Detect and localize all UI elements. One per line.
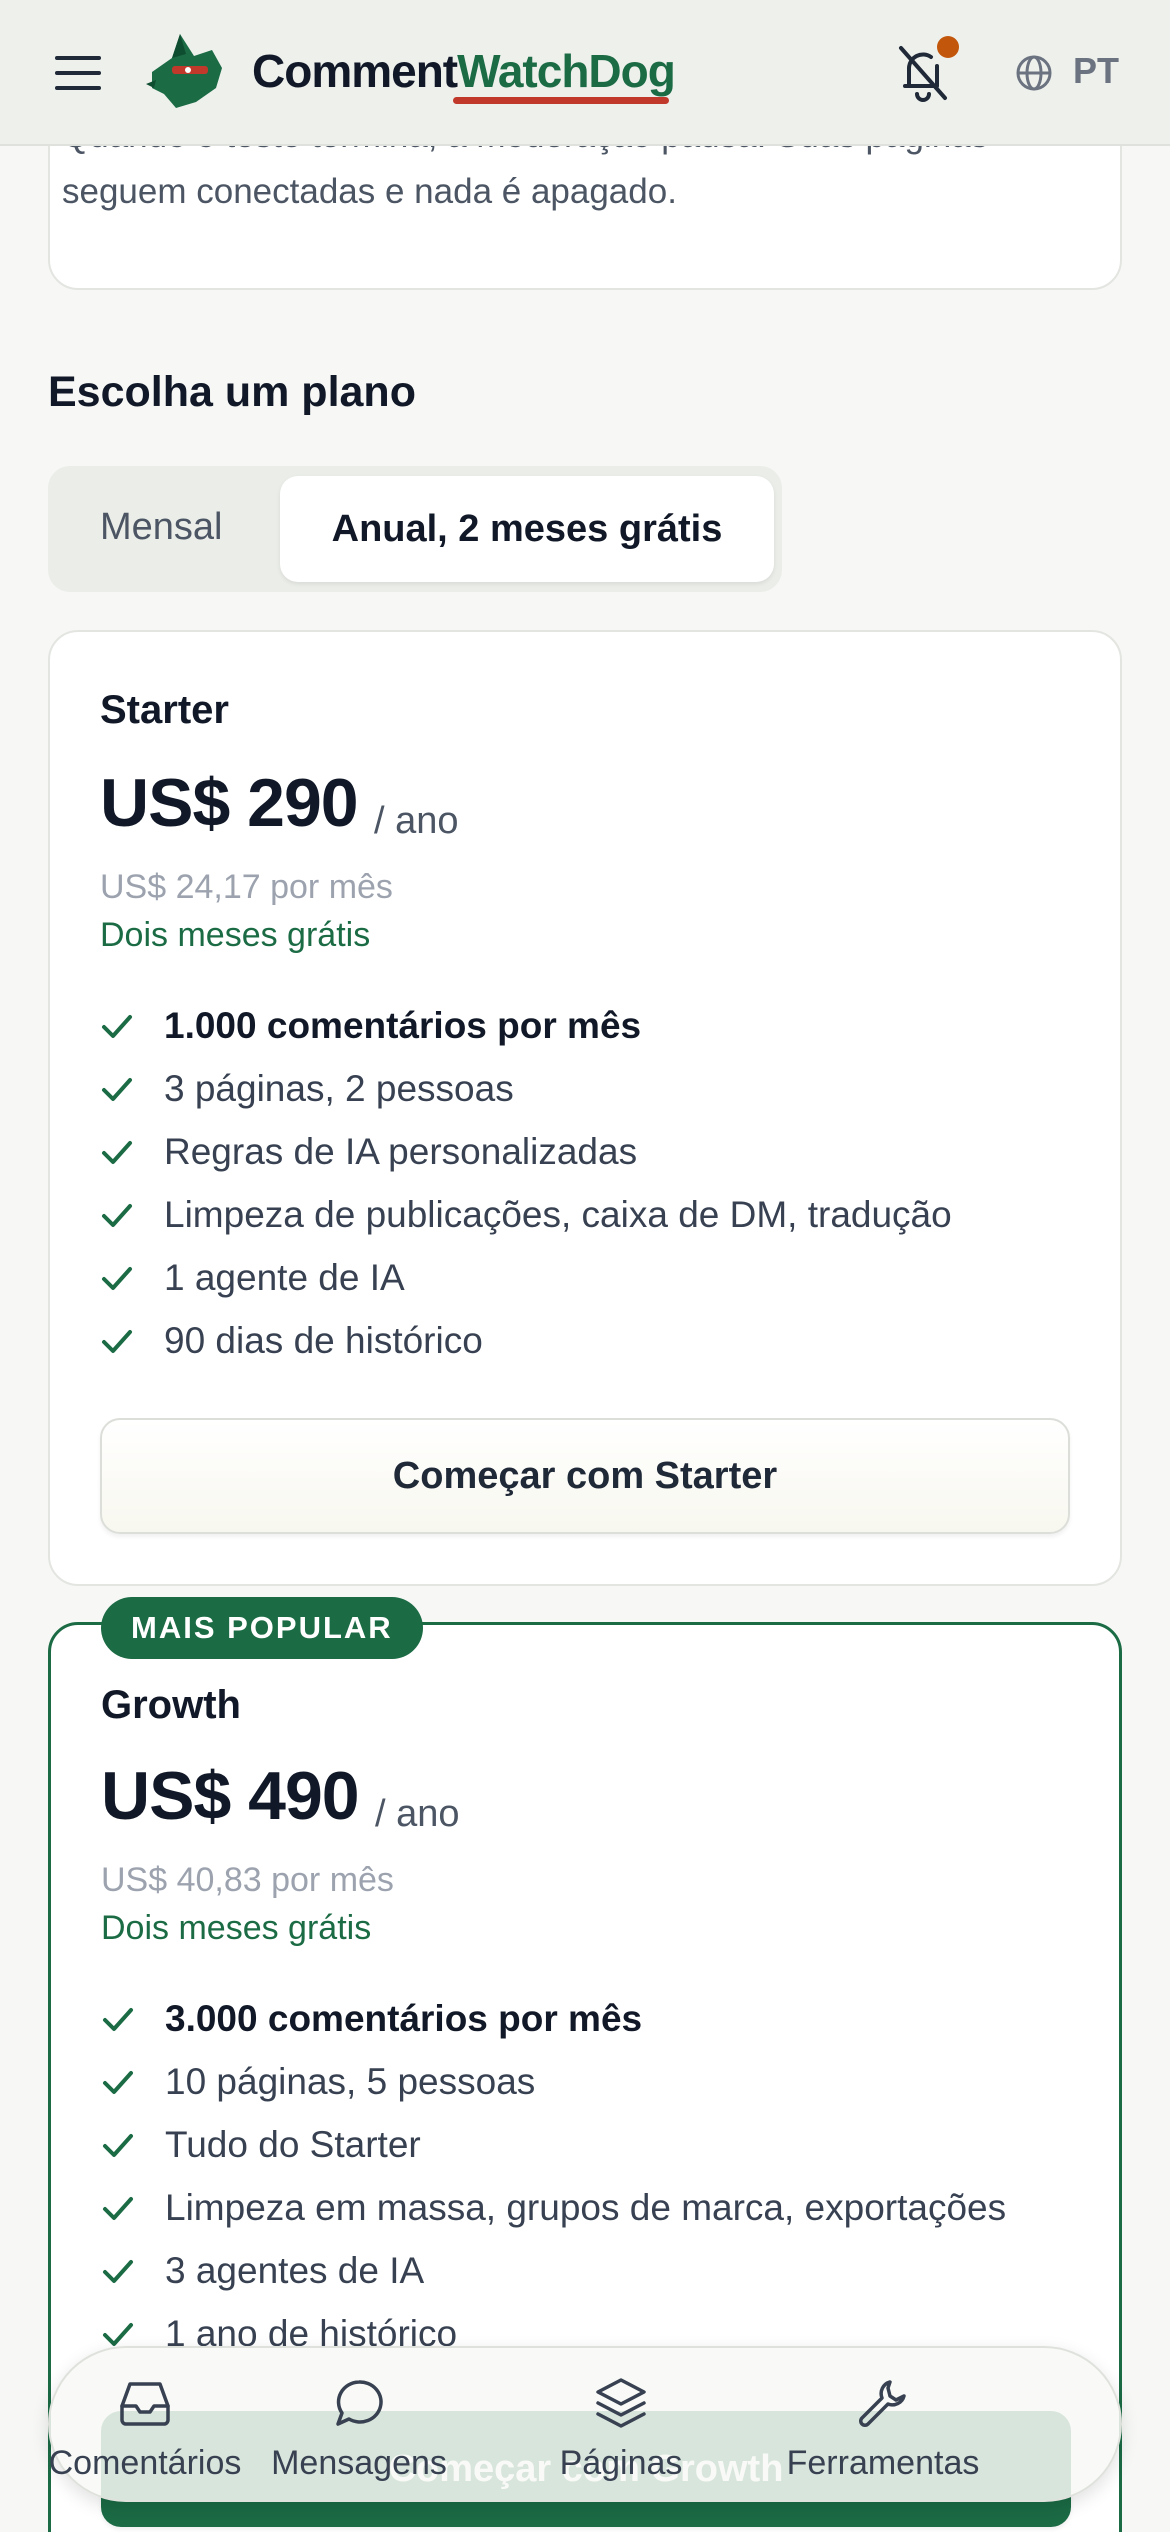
feature-item: Regras de IA personalizadas xyxy=(100,1120,952,1183)
plan-promo: Dois meses grátis xyxy=(100,916,371,954)
brand-underline xyxy=(453,97,669,104)
most-popular-badge: MAIS POPULAR xyxy=(101,1597,423,1659)
layers-icon xyxy=(596,2378,646,2428)
nav-item-tools[interactable]: Ferramentas xyxy=(738,2374,1028,2483)
feature-item: Tudo do Starter xyxy=(101,2113,1006,2176)
check-icon xyxy=(102,1266,132,1290)
nav-item-pages[interactable]: Páginas xyxy=(476,2374,766,2483)
plan-price: US$ 290 xyxy=(100,765,359,841)
nav-label: Ferramentas xyxy=(786,2444,980,2482)
check-icon xyxy=(102,1014,132,1038)
toggle-annual[interactable]: Anual, 2 meses grátis xyxy=(280,476,774,582)
check-icon xyxy=(102,1077,132,1101)
plan-price-unit: / ano xyxy=(375,1793,460,1835)
nav-label: Páginas xyxy=(559,2444,683,2482)
check-icon xyxy=(103,2070,133,2094)
nav-label: Comentários xyxy=(48,2444,242,2482)
feature-list: 1.000 comentários por mês 3 páginas, 2 p… xyxy=(100,994,952,1372)
feature-item: Limpeza em massa, grupos de marca, expor… xyxy=(101,2176,1006,2239)
section-title: Escolha um plano xyxy=(48,368,416,416)
nav-item-messages[interactable]: Mensagens xyxy=(214,2374,504,2483)
app-header: CommentWatchDog PT xyxy=(0,0,1170,146)
nav-label: Mensagens xyxy=(271,2444,447,2482)
billing-toggle: Mensal Anual, 2 meses grátis xyxy=(48,466,782,592)
bottom-nav: Comentários Mensagens Páginas Ferramenta… xyxy=(48,2346,1122,2502)
check-icon xyxy=(102,1203,132,1227)
notification-dot xyxy=(937,36,959,58)
feature-item: Limpeza de publicações, caixa de DM, tra… xyxy=(100,1183,952,1246)
chat-bubble-icon xyxy=(336,2380,383,2426)
plan-name: Growth xyxy=(101,1683,241,1727)
feature-list: 3.000 comentários por mês 10 páginas, 5 … xyxy=(101,1987,1006,2365)
plan-price: US$ 490 xyxy=(101,1758,360,1834)
feature-item: 1 agente de IA xyxy=(100,1246,952,1309)
plan-card-starter: Starter US$ 290 / ano US$ 24,17 por mês … xyxy=(48,630,1122,1586)
wrench-icon xyxy=(859,2380,906,2427)
plan-name: Starter xyxy=(100,688,229,732)
feature-item: 3 páginas, 2 pessoas xyxy=(100,1057,952,1120)
globe-icon[interactable] xyxy=(1015,54,1053,92)
brand-name[interactable]: CommentWatchDog xyxy=(252,44,676,98)
plan-promo: Dois meses grátis xyxy=(101,1909,372,1947)
inbox-icon xyxy=(120,2382,170,2426)
check-icon xyxy=(102,1329,132,1353)
menu-icon[interactable] xyxy=(52,52,104,94)
start-starter-button[interactable]: Começar com Starter xyxy=(100,1418,1070,1534)
feature-item: 90 dias de histórico xyxy=(100,1309,952,1372)
plan-monthly-equivalent: US$ 40,83 por mês xyxy=(101,1861,394,1899)
dog-logo-icon[interactable] xyxy=(142,28,234,114)
feature-item: 10 páginas, 5 pessoas xyxy=(101,2050,1006,2113)
language-selector[interactable]: PT xyxy=(1073,50,1119,92)
plan-price-unit: / ano xyxy=(374,800,459,842)
feature-item: 1.000 comentários por mês xyxy=(100,994,952,1057)
check-icon xyxy=(103,2007,133,2031)
toggle-monthly[interactable]: Mensal xyxy=(100,506,223,549)
plan-monthly-equivalent: US$ 24,17 por mês xyxy=(100,868,393,906)
check-icon xyxy=(103,2259,133,2283)
check-icon xyxy=(103,2196,133,2220)
check-icon xyxy=(103,2133,133,2157)
feature-item: 3 agentes de IA xyxy=(101,2239,1006,2302)
feature-item: 3.000 comentários por mês xyxy=(101,1987,1006,2050)
check-icon xyxy=(102,1140,132,1164)
